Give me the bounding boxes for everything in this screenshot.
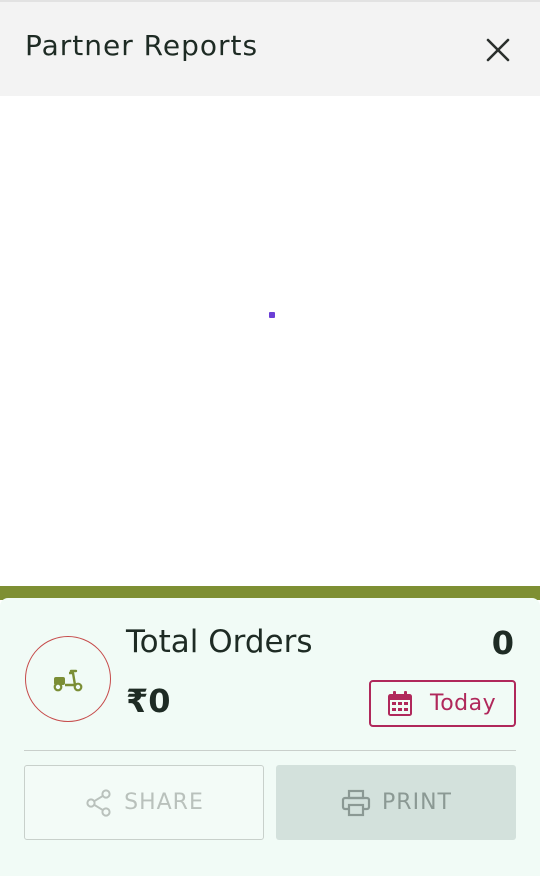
scooter-icon bbox=[53, 669, 83, 692]
share-button-label: SHARE bbox=[124, 790, 204, 815]
close-icon bbox=[486, 38, 510, 62]
print-button-label: PRINT bbox=[382, 790, 452, 815]
share-button[interactable]: SHARE bbox=[24, 765, 264, 840]
total-orders-label: Total Orders bbox=[126, 624, 313, 660]
summary-panel: Total Orders 0 ₹0 Today SHARE PRINT bbox=[0, 598, 540, 876]
calendar-icon bbox=[388, 690, 412, 716]
report-content-area bbox=[0, 96, 540, 586]
divider bbox=[24, 750, 516, 751]
print-button[interactable]: PRINT bbox=[276, 765, 516, 840]
printer-icon bbox=[341, 789, 371, 816]
total-amount: ₹0 bbox=[126, 682, 171, 720]
page-title: Partner Reports bbox=[25, 29, 259, 62]
header-bar: Partner Reports bbox=[0, 2, 540, 96]
date-filter-label: Today bbox=[430, 691, 497, 716]
close-button[interactable] bbox=[480, 32, 516, 68]
avatar bbox=[25, 636, 111, 722]
loading-indicator bbox=[269, 312, 275, 318]
date-filter-button[interactable]: Today bbox=[369, 680, 516, 727]
share-icon bbox=[86, 788, 111, 817]
total-orders-count: 0 bbox=[491, 624, 514, 662]
